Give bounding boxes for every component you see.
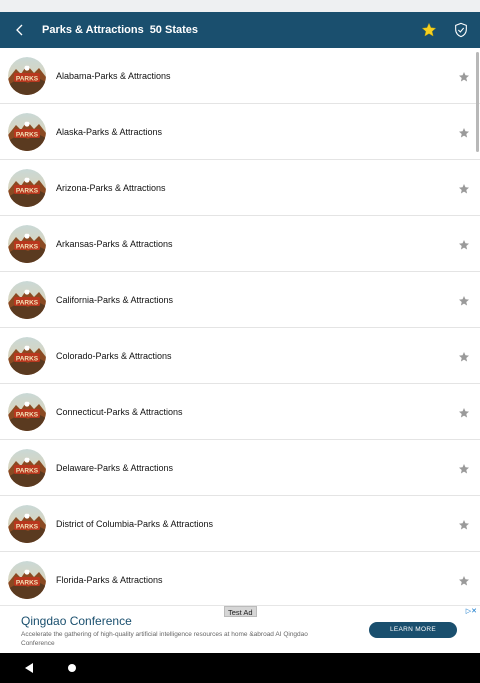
page-title: Parks & Attractions 50 States <box>42 24 198 36</box>
svg-text:PARKS: PARKS <box>16 243 39 250</box>
app-bar: Parks & Attractions 50 States <box>0 12 480 48</box>
favorite-star-button[interactable] <box>458 350 470 362</box>
list-item[interactable]: PARKS District of Columbia-Parks & Attra… <box>0 496 480 552</box>
favorite-star-button[interactable] <box>458 294 470 306</box>
svg-text:PARKS: PARKS <box>16 467 39 474</box>
star-icon <box>459 575 469 585</box>
star-icon <box>459 463 469 473</box>
list-item-label: Connecticut-Parks & Attractions <box>56 406 183 417</box>
list-item[interactable]: PARKS Alaska-Parks & Attractions <box>0 104 480 160</box>
title-subtitle: 50 States <box>149 24 198 36</box>
list-item-thumbnail: PARKS <box>8 504 46 543</box>
favorites-button[interactable] <box>420 21 438 39</box>
svg-text:PARKS: PARKS <box>16 523 39 530</box>
list-item-label: Florida-Parks & Attractions <box>56 574 163 585</box>
parks-thumbnail-icon: PARKS <box>8 112 46 151</box>
list-item-thumbnail: PARKS <box>8 280 46 319</box>
list-item-label: Alaska-Parks & Attractions <box>56 126 163 137</box>
svg-text:PARKS: PARKS <box>16 131 39 138</box>
star-icon <box>459 71 469 81</box>
list-item-thumbnail: PARKS <box>8 392 46 431</box>
parks-thumbnail-icon: PARKS <box>8 504 46 543</box>
star-icon <box>459 183 469 193</box>
star-icon <box>459 295 469 305</box>
list-item[interactable]: PARKS Delaware-Parks & Attractions <box>0 440 480 496</box>
parks-thumbnail-icon: PARKS <box>8 280 46 319</box>
svg-text:PARKS: PARKS <box>16 411 39 418</box>
favorite-star-button[interactable] <box>458 518 470 530</box>
favorite-star-button[interactable] <box>458 238 470 250</box>
favorite-star-button[interactable] <box>458 462 470 474</box>
app-bar-actions <box>420 12 470 48</box>
star-icon <box>459 519 469 529</box>
parks-thumbnail-icon: PARKS <box>8 168 46 207</box>
system-nav-bar <box>0 653 480 683</box>
svg-text:PARKS: PARKS <box>16 355 39 362</box>
list-item[interactable]: PARKS Florida-Parks & Attractions <box>0 552 480 605</box>
list-item-thumbnail: PARKS <box>8 168 46 207</box>
list-item-label: Arkansas-Parks & Attractions <box>56 238 173 249</box>
list-item-thumbnail: PARKS <box>8 336 46 375</box>
back-arrow-icon <box>16 24 23 36</box>
parks-thumbnail-icon: PARKS <box>8 56 46 95</box>
parks-thumbnail-icon: PARKS <box>8 336 46 375</box>
learn-more-button[interactable]: LEARN MORE <box>369 622 457 638</box>
svg-text:PARKS: PARKS <box>16 187 39 194</box>
list-item-label: California-Parks & Attractions <box>56 294 174 305</box>
list-item[interactable]: PARKS Alabama-Parks & Attractions <box>0 48 480 104</box>
status-bar <box>0 0 480 12</box>
nav-home-icon[interactable] <box>68 664 76 672</box>
favorite-star-button[interactable] <box>458 182 470 194</box>
app-screen: Parks & Attractions 50 States PARKS Alaba <box>0 0 480 683</box>
svg-text:PARKS: PARKS <box>16 75 39 82</box>
star-icon <box>459 351 469 361</box>
star-icon <box>459 239 469 249</box>
parks-thumbnail-icon: PARKS <box>8 224 46 263</box>
star-icon <box>459 127 469 137</box>
favorite-star-button[interactable] <box>458 126 470 138</box>
list-item[interactable]: PARKS Colorado-Parks & Attractions <box>0 328 480 384</box>
star-icon <box>421 22 437 37</box>
parks-thumbnail-icon: PARKS <box>8 560 46 599</box>
list-item-label: Arizona-Parks & Attractions <box>56 182 166 193</box>
parks-thumbnail-icon: PARKS <box>8 392 46 431</box>
list-item-label: District of Columbia-Parks & Attractions <box>56 518 214 529</box>
title-text: Parks & Attractions <box>42 24 144 36</box>
shield-button[interactable] <box>452 21 470 39</box>
list-item-thumbnail: PARKS <box>8 560 46 599</box>
ad-banner[interactable]: Test Ad ▷✕ Qingdao Conference Accelerate… <box>0 605 480 653</box>
ad-title[interactable]: Qingdao Conference <box>21 614 132 628</box>
list-item-thumbnail: PARKS <box>8 56 46 95</box>
scrollbar[interactable] <box>476 52 479 152</box>
svg-text:PARKS: PARKS <box>16 299 39 306</box>
nav-back-icon[interactable] <box>24 662 34 674</box>
list-item-label: Delaware-Parks & Attractions <box>56 462 174 473</box>
back-button[interactable] <box>0 12 40 48</box>
ad-description: Accelerate the gathering of high-quality… <box>21 631 308 647</box>
ad-tag: Test Ad <box>224 606 257 617</box>
favorite-star-button[interactable] <box>458 70 470 82</box>
svg-text:PARKS: PARKS <box>16 579 39 586</box>
list-item-thumbnail: PARKS <box>8 224 46 263</box>
list-item[interactable]: PARKS Arkansas-Parks & Attractions <box>0 216 480 272</box>
favorite-star-button[interactable] <box>458 406 470 418</box>
list-item-thumbnail: PARKS <box>8 448 46 487</box>
ad-choices-icon[interactable]: ▷✕ <box>466 607 477 615</box>
parks-thumbnail-icon: PARKS <box>8 448 46 487</box>
shield-check-icon <box>455 22 467 38</box>
list-item-label: Alabama-Parks & Attractions <box>56 70 171 81</box>
list-item-label: Colorado-Parks & Attractions <box>56 350 172 361</box>
list-item[interactable]: PARKS Connecticut-Parks & Attractions <box>0 384 480 440</box>
star-icon <box>459 407 469 417</box>
list-item-thumbnail: PARKS <box>8 112 46 151</box>
state-list[interactable]: PARKS Alabama-Parks & Attractions PARKS … <box>0 48 480 605</box>
list-item[interactable]: PARKS California-Parks & Attractions <box>0 272 480 328</box>
list-item[interactable]: PARKS Arizona-Parks & Attractions <box>0 160 480 216</box>
favorite-star-button[interactable] <box>458 574 470 586</box>
